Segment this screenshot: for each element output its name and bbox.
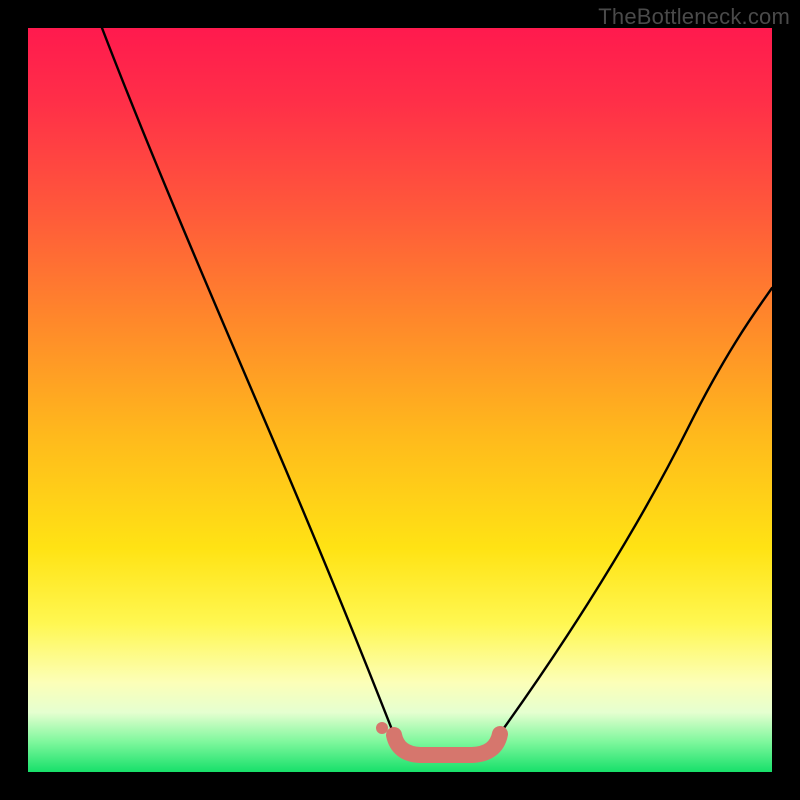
valley-marker-dot: [376, 722, 388, 734]
watermark-text: TheBottleneck.com: [598, 4, 790, 30]
right-curve: [488, 288, 772, 750]
valley-marker: [394, 734, 500, 755]
left-curve: [102, 28, 400, 750]
plot-svg: [28, 28, 772, 772]
plot-area: [28, 28, 772, 772]
chart-stage: TheBottleneck.com: [0, 0, 800, 800]
